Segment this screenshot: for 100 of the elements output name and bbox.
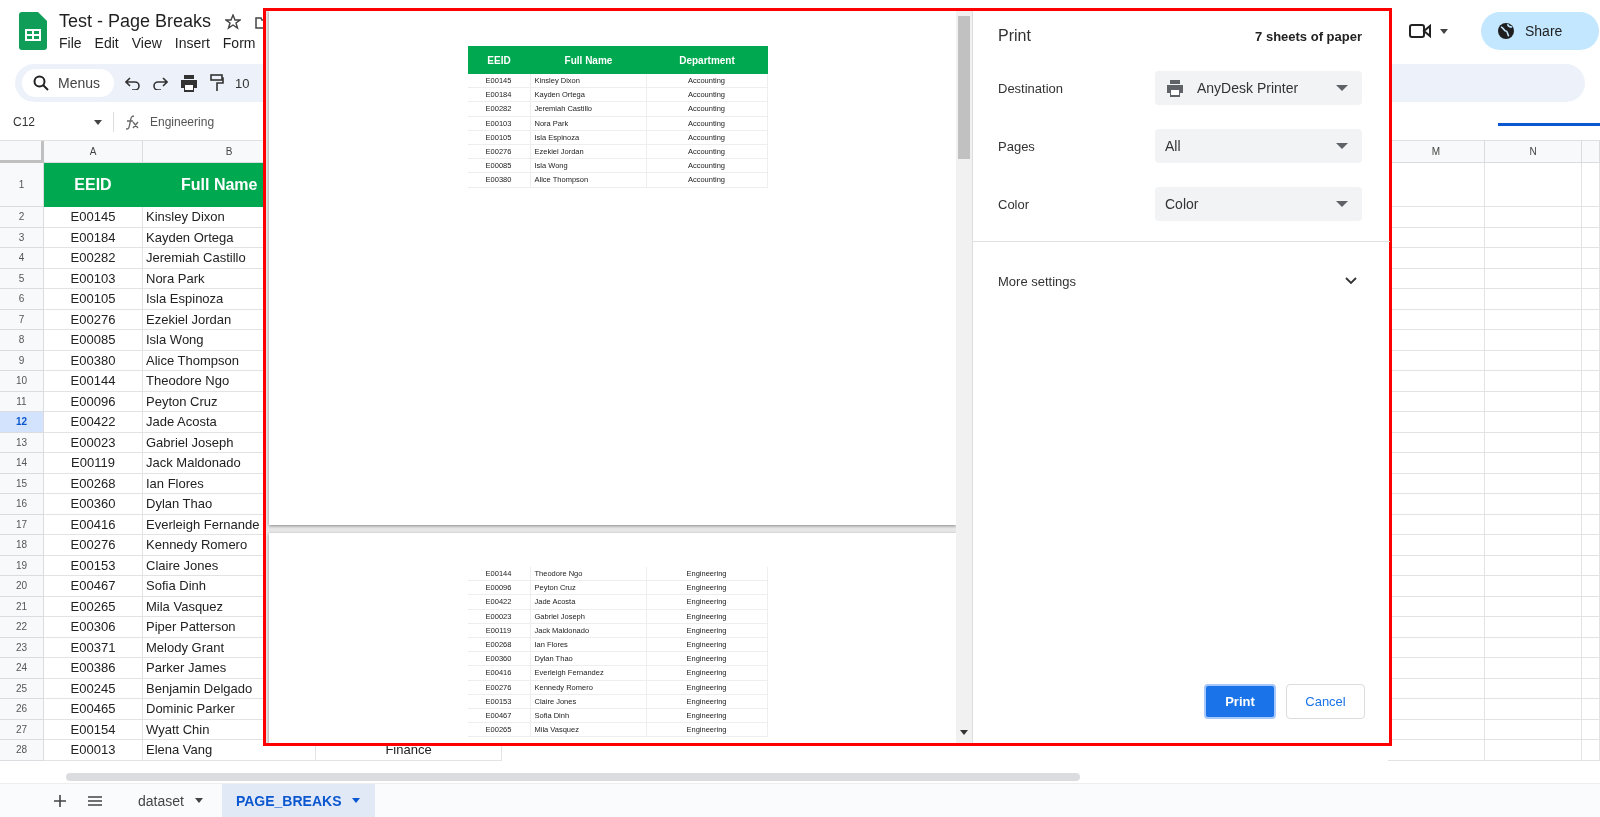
row-header[interactable]: 1 xyxy=(0,163,44,207)
empty-cell[interactable] xyxy=(1582,658,1600,679)
empty-cell[interactable] xyxy=(1582,555,1600,576)
empty-cell[interactable] xyxy=(1485,494,1582,515)
empty-cell[interactable] xyxy=(1485,371,1582,392)
empty-cell[interactable] xyxy=(1485,227,1582,248)
cancel-button[interactable]: Cancel xyxy=(1286,684,1365,719)
formula-value[interactable]: Engineering xyxy=(150,115,215,129)
empty-cell[interactable] xyxy=(1485,289,1582,310)
add-icon[interactable] xyxy=(54,794,66,807)
horizontal-scrollbar[interactable] xyxy=(66,773,1080,781)
row-header[interactable]: 17 xyxy=(0,514,44,535)
empty-cell[interactable] xyxy=(1485,309,1582,330)
empty-cell[interactable] xyxy=(1485,453,1582,474)
empty-cell[interactable] xyxy=(1485,740,1582,761)
empty-cell[interactable] xyxy=(1582,163,1600,207)
empty-cell[interactable] xyxy=(1582,309,1600,330)
empty-cell[interactable] xyxy=(1582,268,1600,289)
row-header[interactable]: 10 xyxy=(0,371,44,392)
row-header[interactable]: 15 xyxy=(0,473,44,494)
row-header[interactable]: 6 xyxy=(0,289,44,310)
empty-cell[interactable] xyxy=(1582,473,1600,494)
empty-cell[interactable] xyxy=(1582,535,1600,556)
row-header[interactable]: 8 xyxy=(0,330,44,351)
caret-icon[interactable] xyxy=(1439,27,1449,35)
sheet-tab[interactable]: PAGE_BREAKS xyxy=(221,784,376,817)
redo-icon[interactable] xyxy=(152,76,168,90)
caret-icon[interactable] xyxy=(93,118,103,126)
empty-cell[interactable] xyxy=(1485,678,1582,699)
row-header[interactable]: 3 xyxy=(0,227,44,248)
row-header[interactable]: 7 xyxy=(0,309,44,330)
paint-roller-icon[interactable] xyxy=(210,74,224,92)
empty-cell[interactable] xyxy=(1485,412,1582,433)
empty-cell[interactable] xyxy=(1582,453,1600,474)
empty-cell[interactable] xyxy=(1582,637,1600,658)
name-box[interactable]: C12 xyxy=(13,115,83,129)
empty-cell[interactable] xyxy=(1582,514,1600,535)
menu-item[interactable]: Edit xyxy=(94,35,119,51)
more-settings[interactable]: More settings xyxy=(998,242,1362,320)
empty-cell[interactable] xyxy=(1582,596,1600,617)
empty-cell[interactable] xyxy=(1582,719,1600,740)
print-button[interactable]: Print xyxy=(1204,684,1276,719)
menu-item[interactable]: Insert xyxy=(174,35,210,51)
empty-cell[interactable] xyxy=(1485,535,1582,556)
row-header[interactable]: 28 xyxy=(0,740,44,761)
sheet-tab[interactable]: dataset xyxy=(124,784,218,817)
empty-cell[interactable] xyxy=(1582,391,1600,412)
empty-cell[interactable] xyxy=(1582,371,1600,392)
empty-cell[interactable] xyxy=(1582,576,1600,597)
empty-cell[interactable] xyxy=(1582,617,1600,638)
undo-icon[interactable] xyxy=(125,76,141,90)
row-header[interactable]: 14 xyxy=(0,453,44,474)
empty-cell[interactable] xyxy=(1485,432,1582,453)
print-icon[interactable] xyxy=(179,74,199,92)
row-header[interactable]: 13 xyxy=(0,432,44,453)
column-header[interactable]: N xyxy=(1485,141,1582,163)
row-header[interactable]: 2 xyxy=(0,207,44,228)
row-header[interactable]: 20 xyxy=(0,576,44,597)
menu-item[interactable]: Form xyxy=(222,35,256,51)
empty-cell[interactable] xyxy=(1582,207,1600,228)
empty-cell[interactable] xyxy=(1582,350,1600,371)
empty-cell[interactable] xyxy=(1582,432,1600,453)
empty-cell[interactable] xyxy=(1485,473,1582,494)
empty-cell[interactable] xyxy=(1485,555,1582,576)
empty-cell[interactable] xyxy=(1582,289,1600,310)
row-header[interactable]: 11 xyxy=(0,391,44,412)
row-header[interactable]: 23 xyxy=(0,637,44,658)
empty-cell[interactable] xyxy=(1582,412,1600,433)
share-button[interactable]: Share xyxy=(1481,12,1599,50)
empty-cell[interactable] xyxy=(1582,740,1600,761)
dropdown[interactable]: All xyxy=(1155,129,1362,163)
vertical-scrollbar[interactable] xyxy=(958,16,970,159)
empty-cell[interactable] xyxy=(1485,719,1582,740)
empty-cell[interactable] xyxy=(1485,699,1582,720)
dropdown[interactable]: Color xyxy=(1155,187,1362,221)
column-header[interactable] xyxy=(1582,141,1600,163)
empty-cell[interactable] xyxy=(1485,248,1582,269)
empty-cell[interactable] xyxy=(1582,678,1600,699)
empty-cell[interactable] xyxy=(1485,637,1582,658)
empty-cell[interactable] xyxy=(1485,350,1582,371)
empty-cell[interactable] xyxy=(1582,330,1600,351)
menu-icon[interactable] xyxy=(88,795,102,806)
star-icon[interactable] xyxy=(225,13,242,30)
video-camera-icon[interactable] xyxy=(1409,23,1431,39)
row-header[interactable]: 9 xyxy=(0,350,44,371)
row-header[interactable]: 19 xyxy=(0,555,44,576)
document-title[interactable]: Test - Page Breaks xyxy=(59,11,212,32)
row-header[interactable]: 22 xyxy=(0,617,44,638)
empty-cell[interactable] xyxy=(1582,227,1600,248)
empty-cell[interactable] xyxy=(1485,163,1582,207)
row-header[interactable]: 12 xyxy=(0,412,44,433)
row-header[interactable]: 25 xyxy=(0,678,44,699)
row-header[interactable]: 16 xyxy=(0,494,44,515)
scroll-down-icon[interactable] xyxy=(960,730,968,735)
row-header[interactable]: 24 xyxy=(0,658,44,679)
menu-item[interactable]: View xyxy=(131,35,162,51)
empty-cell[interactable] xyxy=(1485,268,1582,289)
empty-cell[interactable] xyxy=(1485,658,1582,679)
row-header[interactable]: 27 xyxy=(0,719,44,740)
empty-cell[interactable] xyxy=(1582,699,1600,720)
